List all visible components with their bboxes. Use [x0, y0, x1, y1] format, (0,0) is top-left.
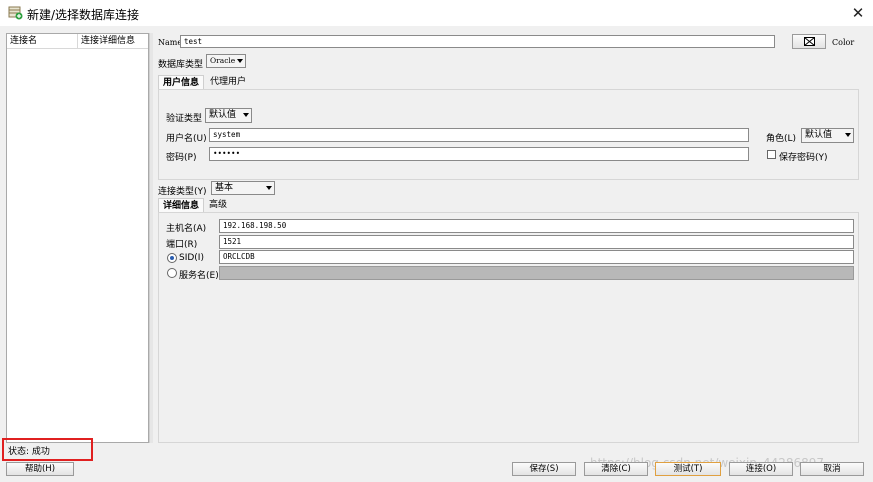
- name-label: Name: [158, 38, 183, 47]
- tab-details[interactable]: 详细信息: [158, 198, 205, 212]
- window-title: 新建/选择数据库连接: [27, 8, 140, 22]
- save-password-checkbox[interactable]: [767, 150, 776, 159]
- sid-label: SID(I): [179, 253, 204, 263]
- auth-type-select[interactable]: 默认值: [205, 108, 252, 123]
- service-name-input: [219, 266, 854, 280]
- save-password-label: 保存密码(Y): [779, 153, 828, 163]
- host-label: 主机名(A): [166, 224, 207, 234]
- role-value: 默认值: [805, 130, 833, 140]
- auth-type-value: 默认值: [209, 110, 237, 120]
- db-type-label: 数据库类型: [158, 60, 204, 70]
- sid-input[interactable]: ORCLCDB: [219, 250, 854, 264]
- save-button[interactable]: 保存(S): [512, 462, 576, 476]
- color-button[interactable]: [792, 34, 826, 49]
- close-icon[interactable]: ✕: [849, 4, 867, 22]
- column-header-details[interactable]: 连接详细信息: [78, 34, 148, 49]
- role-select[interactable]: 默认值: [801, 128, 854, 143]
- port-input[interactable]: 1521: [219, 235, 854, 249]
- status-highlight: [2, 438, 93, 461]
- database-connection-icon: [8, 6, 23, 20]
- password-input[interactable]: ••••••: [209, 147, 749, 161]
- chevron-down-icon: [845, 133, 851, 137]
- service-name-radio[interactable]: [167, 268, 177, 278]
- name-input[interactable]: test: [180, 35, 775, 48]
- column-header-name[interactable]: 连接名: [7, 34, 78, 49]
- connect-button[interactable]: 连接(O): [729, 462, 793, 476]
- role-label: 角色(L): [766, 134, 797, 144]
- title-bar: 新建/选择数据库连接 ✕: [0, 0, 873, 26]
- host-input[interactable]: 192.168.198.50: [219, 219, 854, 233]
- tab-proxy-user[interactable]: 代理用户: [206, 75, 250, 89]
- chevron-down-icon: [266, 186, 272, 190]
- connections-list[interactable]: 连接名 连接详细信息: [6, 33, 149, 443]
- tab-advanced[interactable]: 高级: [205, 198, 231, 212]
- pane-splitter[interactable]: [149, 33, 153, 443]
- help-button[interactable]: 帮助(H): [6, 462, 74, 476]
- username-input[interactable]: system: [209, 128, 749, 142]
- db-type-value: Oracle: [210, 56, 236, 65]
- cancel-button[interactable]: 取消: [800, 462, 864, 476]
- conn-type-select[interactable]: 基本: [211, 181, 275, 195]
- password-label: 密码(P): [166, 153, 197, 163]
- db-type-select[interactable]: Oracle: [206, 54, 246, 68]
- color-label: Color: [832, 38, 855, 47]
- chevron-down-icon: [237, 59, 243, 63]
- test-button[interactable]: 测试(T): [655, 462, 721, 476]
- chevron-down-icon: [243, 113, 249, 117]
- tab-user-info[interactable]: 用户信息: [158, 75, 205, 89]
- auth-type-label: 验证类型: [166, 114, 203, 124]
- conn-type-label: 连接类型(Y): [158, 187, 207, 197]
- color-swatch-icon: [804, 37, 815, 46]
- service-name-label: 服务名(E): [179, 271, 219, 281]
- port-label: 端口(R): [166, 240, 198, 250]
- clear-button[interactable]: 清除(C): [584, 462, 648, 476]
- username-label: 用户名(U): [166, 134, 207, 144]
- conn-type-value: 基本: [215, 183, 234, 193]
- sid-radio[interactable]: [167, 253, 177, 263]
